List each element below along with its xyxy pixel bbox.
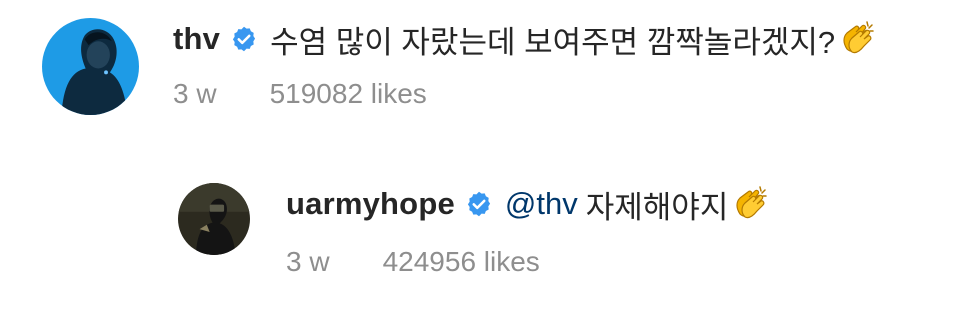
- comment-like-count[interactable]: 424956 likes: [383, 246, 540, 278]
- verified-badge-icon: [465, 190, 493, 218]
- mention-link[interactable]: @thv: [505, 186, 578, 222]
- avatar[interactable]: [178, 183, 250, 255]
- comment-text: 수염 많이 자랐는데 보여주면 깜짝놀라겠지?: [270, 24, 836, 60]
- clapping-hands-icon: [837, 19, 877, 59]
- clapping-hands-icon: [730, 184, 770, 224]
- verified-badge-icon: [230, 25, 258, 53]
- comment-username[interactable]: uarmyhope: [286, 186, 455, 222]
- comment-timestamp: 3 w: [286, 246, 330, 277]
- comment-like-count[interactable]: 519082 likes: [270, 78, 427, 110]
- avatar[interactable]: [42, 18, 139, 115]
- avatar-image: [178, 183, 250, 255]
- comment-text: 자제해야지: [585, 189, 729, 225]
- comment-username[interactable]: thv: [173, 21, 220, 57]
- avatar-image: [42, 18, 139, 115]
- comment-timestamp: 3 w: [173, 78, 217, 109]
